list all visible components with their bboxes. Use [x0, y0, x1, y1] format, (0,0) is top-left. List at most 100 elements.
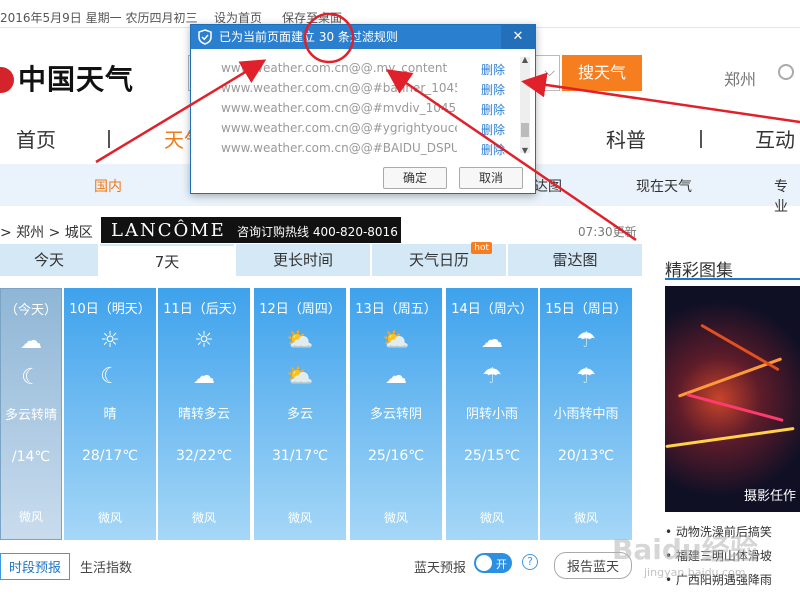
scroll-up-icon[interactable]: ▲: [520, 55, 530, 64]
close-icon[interactable]: ✕: [501, 25, 535, 49]
tab-calendar[interactable]: 天气日历 hot: [372, 242, 506, 276]
date-text: 2016年5月9日 星期一 农历四月初三: [0, 11, 198, 25]
rain-icon: ☂: [576, 364, 596, 389]
gallery-photo[interactable]: 摄影任作: [665, 286, 800, 512]
tab-calendar-label: 天气日历: [408, 251, 469, 269]
cloudy-night-icon: ☁: [193, 364, 215, 389]
forecast-desc: 晴转多云: [177, 407, 230, 422]
search-button[interactable]: 搜天气: [562, 55, 642, 91]
forecast-card[interactable]: 15日（周日） ☂ ☂ 小雨转中雨 20/13℃ 微风: [540, 288, 632, 540]
nav-science[interactable]: 科普: [606, 124, 646, 153]
forecast-day: 14日（周六）: [451, 302, 533, 317]
dialog-title: 已为当前页面建立 30 条过滤规则: [219, 30, 398, 44]
filter-rules-dialog: 已为当前页面建立 30 条过滤规则 ✕ www.weather.com.cn@@…: [190, 24, 536, 194]
delete-rule-link[interactable]: 删除: [481, 81, 505, 98]
forecast-temp: 32/22℃: [175, 448, 233, 464]
forecast-wind: 微风: [383, 511, 408, 525]
delete-rule-link[interactable]: 删除: [481, 101, 505, 118]
forecast-card[interactable]: 12日（周四） ⛅ ⛅ 多云 31/17℃ 微风: [254, 288, 346, 540]
sidebar-divider: [665, 278, 800, 280]
forecast-desc: 小雨转中雨: [553, 407, 619, 422]
forecast-day: 10日（明天）: [69, 302, 151, 317]
forecast-desc: 阴转小雨: [465, 407, 518, 422]
tab-radar[interactable]: 雷达图: [508, 244, 642, 276]
forecast-desc: 晴: [103, 407, 117, 422]
confirm-button[interactable]: 确定: [383, 167, 447, 189]
forecast-footer: 时段预报 生活指数 蓝天预报 开 ? 报告蓝天: [0, 550, 640, 580]
forecast-desc: 多云: [286, 407, 313, 422]
tab-today[interactable]: 今天: [0, 244, 98, 276]
forecast-wind: 微风: [479, 511, 504, 525]
breadcrumb[interactable]: > 郑州 > 城区: [0, 222, 93, 242]
light-trail: [665, 426, 795, 449]
forecast-wind: 微风: [191, 511, 216, 525]
chevron-down-icon[interactable]: ⌵: [544, 64, 555, 80]
delete-rule-link[interactable]: 删除: [481, 141, 505, 158]
forecast-day: 11日（后天）: [163, 302, 245, 317]
life-index-link[interactable]: 生活指数: [80, 557, 132, 576]
blue-sky-label: 蓝天预报: [414, 561, 467, 576]
sunny-icon: ☼: [100, 328, 120, 353]
logo-mark-icon: [0, 67, 14, 93]
help-icon[interactable]: ?: [522, 554, 538, 570]
forecast-wind: 微风: [97, 511, 122, 525]
forecast-day: 15日（周日）: [545, 302, 627, 317]
forecast-wind: 微风: [287, 511, 312, 525]
tab-longer[interactable]: 更长时间: [236, 244, 370, 276]
forecast-temp: 28/17℃: [81, 448, 139, 464]
ad-brand: LANCÔME: [111, 220, 226, 241]
subnav-pro[interactable]: 专业: [774, 176, 800, 216]
light-trail: [700, 323, 780, 372]
cloudy-night-icon: ☁: [385, 364, 407, 389]
ad-banner[interactable]: LANCÔME 咨询订购热线 400-820-8016: [101, 217, 401, 243]
cancel-button[interactable]: 取消: [459, 167, 523, 189]
blue-sky-toggle[interactable]: 开: [474, 553, 512, 573]
forecast-card[interactable]: 13日（周五） ⛅ ☁ 多云转阴 25/16℃ 微风: [350, 288, 442, 540]
rule-item: www.weather.com.cn@@#banner_1045...: [221, 81, 457, 95]
sunny-icon: ☼: [194, 328, 214, 353]
delete-rule-link[interactable]: 删除: [481, 121, 505, 138]
tab-7day[interactable]: 7天: [100, 244, 234, 276]
shield-icon: [198, 29, 212, 45]
rule-item: www.weather.com.cn@@#ygrightyouce: [221, 121, 457, 135]
forecast-card[interactable]: 10日（明天） ☼ ☾ 晴 28/17℃ 微风: [64, 288, 156, 540]
forecast-day: 13日（周五）: [355, 302, 437, 317]
rule-item: www.weather.com.cn@@#mvdiv_10452...: [221, 101, 457, 115]
site-logo[interactable]: 中国天气: [0, 58, 134, 98]
watermark-url: jingyan.baidu.com: [644, 566, 746, 579]
location-icon[interactable]: [778, 64, 794, 80]
forecast-temp: 20/13℃: [557, 448, 615, 464]
light-trail: [686, 393, 784, 422]
nav-home[interactable]: 首页: [16, 124, 56, 153]
partly-cloudy-icon: ⛅: [286, 364, 314, 389]
hot-badge: hot: [471, 242, 492, 254]
dialog-titlebar: 已为当前页面建立 30 条过滤规则 ✕: [191, 25, 535, 49]
scroll-thumb[interactable]: [521, 123, 529, 137]
forecast-temp: /14℃: [11, 449, 51, 465]
rule-scrollbar[interactable]: ▲ ▼: [520, 55, 530, 155]
nav-interact[interactable]: 互动: [755, 124, 795, 153]
rule-item: www.weather.com.cn@@#BAIDU_DSPU...: [221, 141, 457, 155]
rain-icon: ☂: [482, 364, 502, 389]
delete-rule-link[interactable]: 删除: [481, 61, 505, 78]
forecast-card[interactable]: （今天） ☁ ☾ 多云转晴 /14℃ 微风: [0, 288, 62, 540]
forecast-card[interactable]: 14日（周六） ☁ ☂ 阴转小雨 25/15℃ 微风: [446, 288, 538, 540]
watermark: Baidu经验: [612, 533, 758, 566]
cloudy-icon: ☁: [481, 328, 503, 353]
forecast-card[interactable]: 11日（后天） ☼ ☁ 晴转多云 32/22℃ 微风: [158, 288, 250, 540]
rule-item: www.weather.com.cn@@.my_content: [221, 61, 448, 75]
hourly-forecast-button[interactable]: 时段预报: [0, 553, 71, 580]
forecast-desc: 多云转阴: [369, 407, 422, 422]
rain-icon: ☂: [576, 328, 596, 353]
subnav-current[interactable]: 现在天气: [636, 176, 692, 196]
city-label[interactable]: 郑州: [724, 66, 756, 90]
moon-icon: ☾: [21, 365, 41, 390]
forecast-cards: （今天） ☁ ☾ 多云转晴 /14℃ 微风 10日（明天） ☼ ☾ 晴 28/1…: [0, 288, 640, 540]
photo-caption: 摄影任作: [743, 489, 796, 504]
subnav-domestic[interactable]: 国内: [94, 176, 122, 196]
scroll-down-icon[interactable]: ▼: [520, 146, 530, 155]
partly-cloudy-icon: ⛅: [286, 328, 314, 353]
forecast-day: （今天）: [4, 303, 57, 318]
nav-divider: [108, 130, 110, 148]
moon-icon: ☾: [100, 364, 120, 389]
